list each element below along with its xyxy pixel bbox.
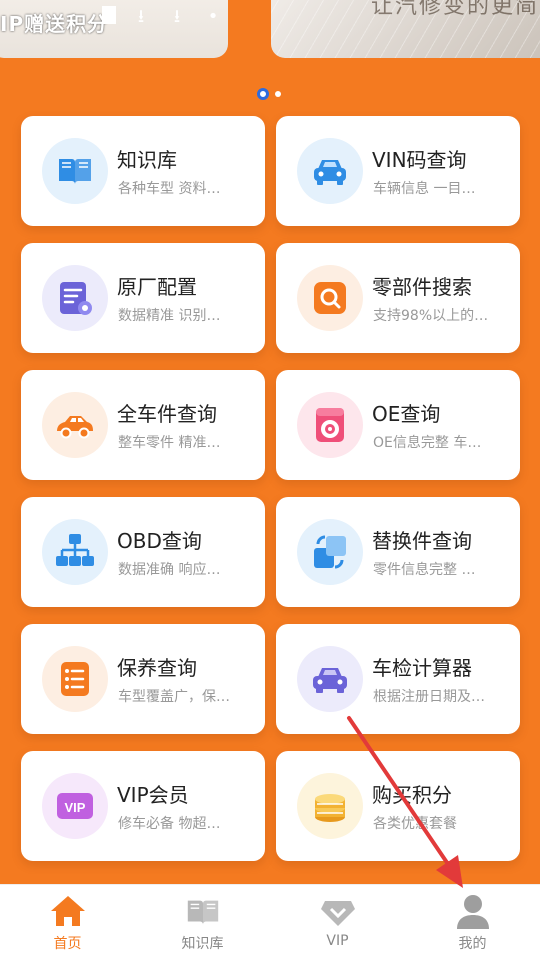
dot-icon: • (207, 6, 219, 27)
feature-icon-wrap (297, 519, 363, 585)
feature-subtitle: 数据精准 识别… (118, 308, 221, 324)
feature-card[interactable]: 全车件查询整车零件 精准… (21, 370, 265, 480)
home-icon (49, 893, 87, 929)
feature-title: VIP会员 (117, 783, 189, 807)
feature-card[interactable]: OE查询 OE信息完整 车… (276, 370, 520, 480)
banner-carousel[interactable]: IP赠送积分 ⭳ ⭳ • 让汽修变的更简 (0, 0, 540, 110)
feature-card[interactable]: 替换件查询零件信息完整 … (276, 497, 520, 607)
nav-label: 知识库 (181, 936, 224, 952)
feature-card[interactable]: 保养查询车型覆盖广，保… (21, 624, 265, 734)
nav-item[interactable]: 知识库 (135, 885, 270, 960)
feature-subtitle: 各种车型 资料… (118, 181, 221, 197)
feature-title: 知识库 (117, 148, 177, 172)
banner-slide-promo[interactable]: 让汽修变的更简 (271, 0, 540, 58)
svg-text:VIP: VIP (65, 800, 86, 815)
nav-label: 首页 (53, 936, 82, 952)
feature-card[interactable]: 原厂配置数据精准 识别… (21, 243, 265, 353)
feature-title: 购买积分 (372, 783, 452, 807)
download-icon: ⭳ (173, 6, 181, 27)
vip-diamond-icon (319, 893, 357, 929)
feature-icon-wrap (297, 138, 363, 204)
feature-subtitle: 支持98%以上的… (373, 308, 489, 324)
pagination-dot (275, 91, 281, 97)
feature-icon-wrap (42, 519, 108, 585)
feature-title: VIN码查询 (372, 148, 467, 172)
feature-icon-wrap (297, 392, 363, 458)
feature-subtitle: 车辆信息 一目… (373, 181, 476, 197)
banner-left-text: IP赠送积分 (0, 12, 109, 36)
feature-icon-wrap (42, 392, 108, 458)
feature-title: 零部件搜索 (372, 275, 472, 299)
feature-icon-wrap (42, 265, 108, 331)
square-icon (102, 6, 116, 24)
feature-icon-wrap (297, 773, 363, 839)
feature-icon-wrap (42, 138, 108, 204)
nav-label: VIP (326, 933, 349, 949)
feature-icon-wrap (297, 265, 363, 331)
feature-title: OE查询 (372, 402, 441, 426)
feature-subtitle: 数据准确 响应… (118, 562, 221, 578)
feature-card[interactable]: VIP VIP会员修车必备 物超… (21, 751, 265, 861)
feature-card[interactable]: 车检计算器根据注册日期及… (276, 624, 520, 734)
bottom-navigation: 首页 知识库 VIP 我的 (0, 884, 540, 960)
pagination-dot-active (257, 88, 269, 100)
feature-title: 保养查询 (117, 656, 197, 680)
feature-title: 全车件查询 (117, 402, 217, 426)
feature-icon-wrap: VIP (42, 773, 108, 839)
feature-card[interactable]: 零部件搜索支持98%以上的… (276, 243, 520, 353)
feature-icon-wrap (42, 646, 108, 712)
carousel-pagination (257, 88, 281, 100)
feature-subtitle: 零件信息完整 … (373, 562, 476, 578)
nav-item[interactable]: 我的 (405, 885, 540, 960)
banner-left-icons: ⭳ ⭳ • (102, 6, 224, 28)
nav-label: 我的 (458, 936, 487, 952)
feature-title: OBD查询 (117, 529, 202, 553)
feature-title: 车检计算器 (372, 656, 472, 680)
feature-subtitle: 整车零件 精准… (118, 435, 221, 451)
nav-item[interactable]: VIP (270, 885, 405, 960)
feature-title: 替换件查询 (372, 529, 472, 553)
feature-title: 原厂配置 (117, 275, 197, 299)
download-icon: ⭳ (137, 6, 145, 27)
nav-item[interactable]: 首页 (0, 885, 135, 960)
feature-subtitle: 车型覆盖广，保… (118, 689, 230, 705)
feature-subtitle: 根据注册日期及… (373, 689, 485, 705)
feature-card[interactable]: OBD查询数据准确 响应… (21, 497, 265, 607)
feature-icon-wrap (297, 646, 363, 712)
book-icon (184, 893, 222, 929)
feature-card[interactable]: 购买积分各类优惠套餐 (276, 751, 520, 861)
feature-subtitle: 各类优惠套餐 (373, 816, 457, 832)
feature-subtitle: 修车必备 物超… (118, 816, 221, 832)
banner-right-text: 让汽修变的更简 (371, 0, 540, 19)
feature-subtitle: OE信息完整 车… (373, 435, 482, 451)
feature-card[interactable]: 知识库各种车型 资料… (21, 116, 265, 226)
banner-slide-vip[interactable]: IP赠送积分 ⭳ ⭳ • (0, 0, 228, 58)
feature-card[interactable]: VIN码查询车辆信息 一目… (276, 116, 520, 226)
user-icon (454, 893, 492, 929)
